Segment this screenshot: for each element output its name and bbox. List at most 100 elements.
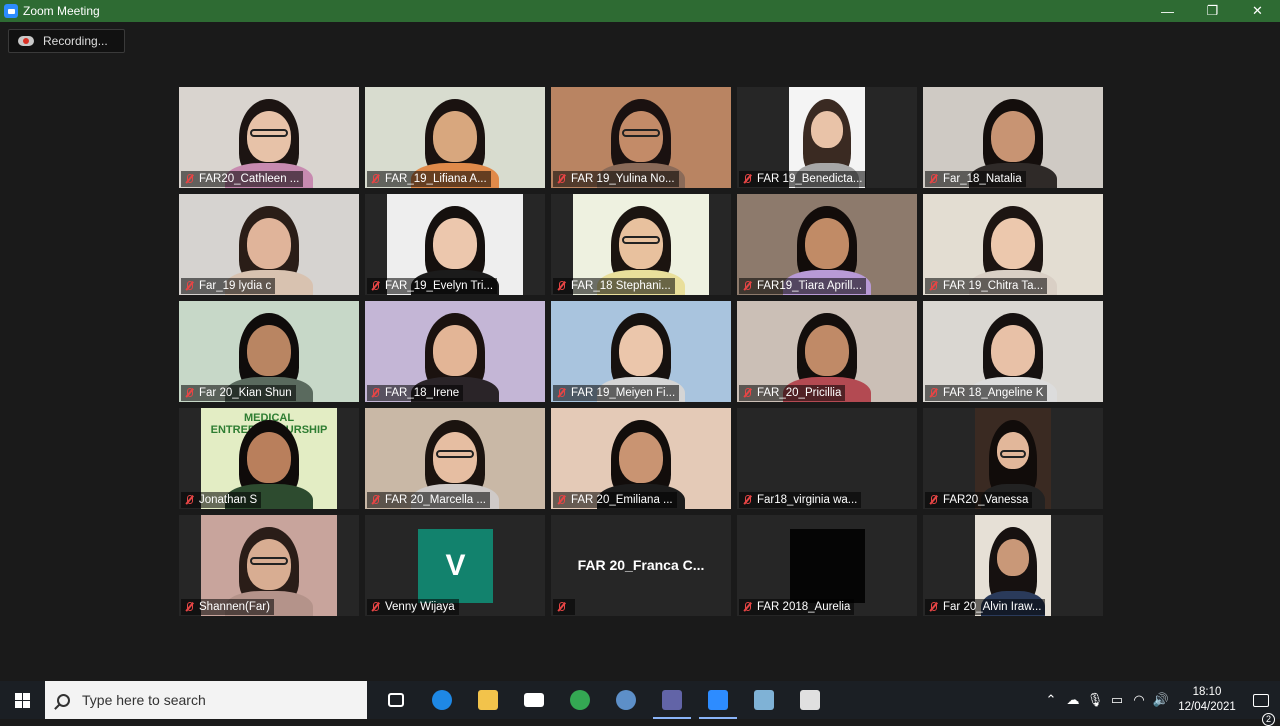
mic-muted-icon [927,387,939,399]
participant-tile[interactable]: Far 20_Kian Shun [179,301,359,402]
mic-muted-icon [369,494,381,506]
participant-tile[interactable]: FAR 19_Yulina No... [551,87,731,188]
edge-taskbar-button[interactable] [419,681,465,719]
participant-name: FAR_20_Pricillia [757,387,842,399]
chevron-up-icon[interactable]: ⌃ [1040,692,1062,708]
close-button[interactable]: ✕ [1235,0,1280,22]
participant-tile[interactable]: FAR20_Cathleen ... [179,87,359,188]
teams-icon [662,690,682,710]
participant-tile[interactable]: FAR 19_Benedicta... [737,87,917,188]
recording-indicator[interactable]: Recording... [8,29,125,53]
participant-tile[interactable]: Far 20_Alvin Iraw... [923,515,1103,616]
mic-muted-icon [555,601,567,613]
participant-name-label: FAR 19_Benedicta... [739,171,867,187]
notes-taskbar-button[interactable] [741,681,787,719]
participant-name: FAR 20_Marcella ... [385,494,486,506]
participant-tile[interactable]: FAR 2018_Aurelia [737,515,917,616]
participant-name-label: FAR 2018_Aurelia [739,599,855,615]
participant-tile[interactable]: Far_19 lydia c [179,194,359,295]
participant-name: FAR_19_Evelyn Tri... [385,280,494,292]
participant-tile[interactable]: FAR 19_Meiyen Fi... [551,301,731,402]
participant-tile[interactable]: FAR_18 Stephani... [551,194,731,295]
notification-count: 2 [1262,712,1275,726]
participant-tile[interactable]: Shannen(Far) [179,515,359,616]
participant-name: Far18_virginia wa... [757,494,858,506]
participant-tile[interactable]: MEDICAL ENTREPRENEURSHIPJonathan S [179,408,359,509]
participant-name-label: FAR19_Tiara Aprill... [739,278,867,294]
participant-tile[interactable]: FAR 20_Franca C... [551,515,731,616]
clock[interactable]: 18:10 12/04/2021 [1172,685,1242,715]
mic-muted-icon [927,494,939,506]
participant-tile[interactable]: Far18_virginia wa... [737,408,917,509]
participant-tile[interactable]: FAR_19_Lifiana A... [365,87,545,188]
windows-taskbar: Type here to search ⌃ ☁ 🎙 ▭ ◠ 🔊 18:10 12… [0,681,1280,726]
mic-muted-icon [183,280,195,292]
participant-tile[interactable]: V Venny Wijaya [365,515,545,616]
r-studio-taskbar-button[interactable] [603,681,649,719]
participant-tile[interactable]: Far_18_Natalia [923,87,1103,188]
taskbar-search[interactable]: Type here to search [45,681,367,719]
participant-name-label: FAR 19_Yulina No... [553,171,679,187]
participant-tile[interactable]: FAR_20_Pricillia [737,301,917,402]
mic-muted-icon [555,387,567,399]
participant-name: FAR 19_Chitra Ta... [943,280,1044,292]
microphone-icon[interactable]: 🎙 [1084,692,1106,708]
task-view-icon [388,693,404,707]
participant-tile[interactable]: FAR20_Vanessa [923,408,1103,509]
paint-taskbar-button[interactable] [787,681,833,719]
participant-tile[interactable]: FAR 19_Chitra Ta... [923,194,1103,295]
wifi-icon[interactable]: ◠ [1128,692,1150,708]
participant-name: FAR 19_Benedicta... [757,173,863,185]
participant-name-label: Far_19 lydia c [181,278,276,294]
mic-muted-icon [183,601,195,613]
volume-icon[interactable]: 🔊 [1150,692,1172,708]
participant-name-label: FAR_19_Lifiana A... [367,171,491,187]
mic-muted-icon [741,280,753,292]
participant-tile[interactable]: FAR_19_Evelyn Tri... [365,194,545,295]
mic-muted-icon [741,601,753,613]
mic-muted-icon [369,601,381,613]
zoom-icon [708,690,728,710]
minimize-button[interactable]: — [1145,0,1190,22]
participant-tile[interactable]: FAR 20_Marcella ... [365,408,545,509]
file-explorer-taskbar-button[interactable] [465,681,511,719]
participant-name: FAR 19_Meiyen Fi... [571,387,676,399]
participant-name-label: Shannen(Far) [181,599,274,615]
restore-button[interactable]: ❐ [1190,0,1235,22]
participant-tile[interactable]: FAR 20_Emiliana ... [551,408,731,509]
chrome-taskbar-button[interactable] [557,681,603,719]
participant-name: FAR 19_Yulina No... [571,173,675,185]
clock-time: 18:10 [1192,686,1222,698]
participant-name: Shannen(Far) [199,601,270,613]
mic-muted-icon [927,280,939,292]
participant-name: Jonathan S [199,494,258,506]
recording-label: Recording... [43,34,108,48]
teams-taskbar-button[interactable] [649,681,695,719]
notes-icon [754,690,774,710]
participant-tile[interactable]: FAR 18_Angeline K [923,301,1103,402]
start-button[interactable] [0,681,45,719]
title-bar: Zoom Meeting — ❐ ✕ [0,0,1280,22]
mic-muted-icon [927,601,939,613]
r-studio-icon [616,690,636,710]
mic-muted-icon [369,387,381,399]
participant-tile[interactable]: FAR_18_Irene [365,301,545,402]
participant-name-label: FAR 19_Meiyen Fi... [553,385,680,401]
participant-name-display: FAR 20_Franca C... [577,557,705,573]
gallery-grid: FAR20_Cathleen ... FAR_19_Lifiana A... FAR… [179,87,1103,616]
zoom-taskbar-button[interactable] [695,681,741,719]
task-view-taskbar-button[interactable] [373,681,419,719]
participant-name-label: FAR_19_Evelyn Tri... [367,278,498,294]
participant-name-label: FAR_18_Irene [367,385,464,401]
mail-taskbar-button[interactable] [511,681,557,719]
participant-name: Venny Wijaya [385,601,455,613]
notification-icon [1253,693,1269,707]
participant-name: FAR20_Cathleen ... [199,173,300,185]
participant-name-label: Far 20_Kian Shun [181,385,296,401]
battery-icon[interactable]: ▭ [1106,692,1128,708]
action-center-button[interactable]: 2 [1242,693,1280,726]
onedrive-icon[interactable]: ☁ [1062,692,1084,708]
participant-tile[interactable]: FAR19_Tiara Aprill... [737,194,917,295]
participant-name-label: FAR20_Cathleen ... [181,171,304,187]
file-explorer-icon [478,690,498,710]
